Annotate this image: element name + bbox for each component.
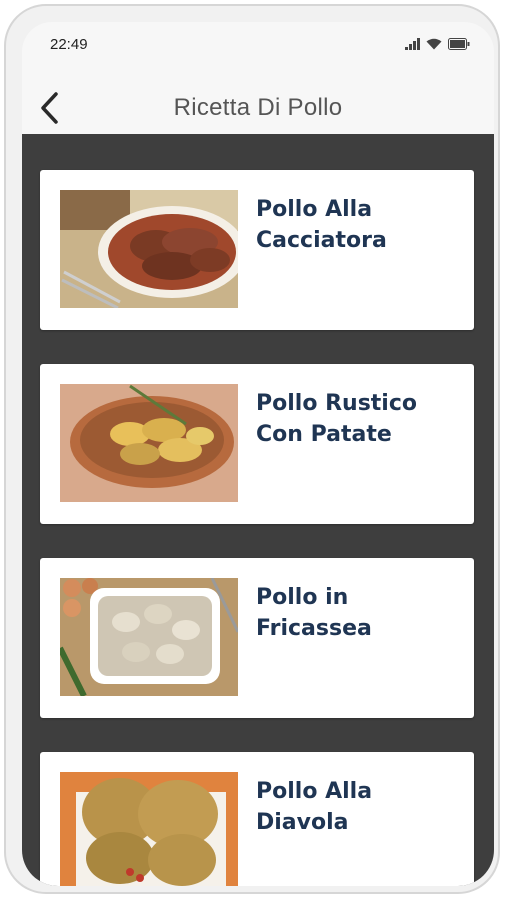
wifi-icon [426, 38, 442, 50]
rustic-chicken-potatoes-photo [60, 384, 238, 502]
status-time: 22:49 [50, 36, 88, 53]
recipe-title: Pollo in Fricassea [256, 585, 372, 641]
recipe-card[interactable]: Pollo in Fricassea [40, 558, 474, 718]
app-bar: Ricetta Di Pollo [22, 82, 494, 134]
battery-icon [448, 38, 470, 50]
recipe-list[interactable]: Pollo Alla Cacciatora Pollo Rustico Con … [22, 134, 494, 886]
recipe-title: Pollo Alla Cacciatora [256, 197, 387, 253]
page-title: Ricetta Di Pollo [173, 94, 343, 121]
recipe-card[interactable]: Pollo Alla Cacciatora [40, 170, 474, 330]
status-icons [405, 36, 470, 50]
status-bar: 22:49 [22, 22, 494, 66]
signal-icon [405, 38, 420, 50]
chicken-fricassee-photo [60, 578, 238, 696]
chicken-cacciatora-photo [60, 190, 238, 308]
recipe-card[interactable]: Pollo Rustico Con Patate [40, 364, 474, 524]
phone-frame: 22:49 Ricetta Di Pollo Pollo Alla Caccia… [4, 4, 500, 894]
devil-chicken-photo [60, 772, 238, 886]
recipe-card[interactable]: Pollo Alla Diavola [40, 752, 474, 886]
recipe-title: Pollo Rustico Con Patate [256, 391, 418, 447]
recipe-title: Pollo Alla Diavola [256, 779, 373, 835]
app-screen: 22:49 Ricetta Di Pollo Pollo Alla Caccia… [22, 22, 494, 886]
